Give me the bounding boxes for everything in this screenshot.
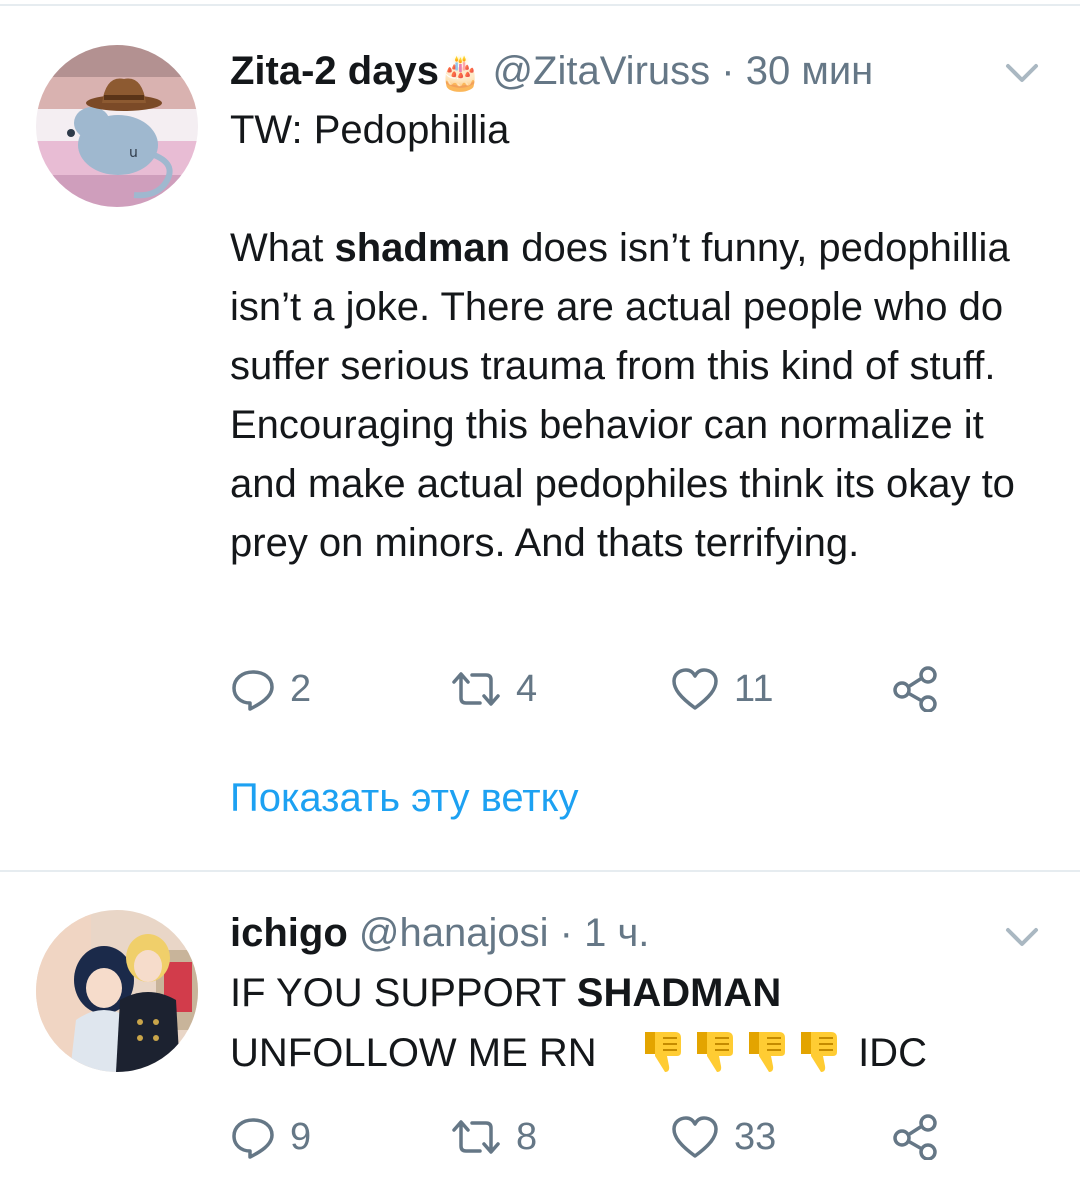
tweet-line: IF YOU SUPPORT SHADMAN	[230, 963, 1050, 1023]
content-warning: TW: Pedophillia	[230, 108, 510, 152]
text-fragment: IDC	[858, 1031, 927, 1075]
share-button[interactable]	[890, 1112, 940, 1162]
text-fragment: IF YOU SUPPORT	[230, 971, 577, 1015]
reply-icon	[232, 670, 274, 711]
reply-count: 9	[290, 1115, 312, 1158]
like-button[interactable]: 33	[670, 1112, 776, 1162]
separator-dot: ·	[559, 911, 573, 955]
retweet-button[interactable]: 8	[450, 1112, 537, 1162]
tweet-text: IF YOU SUPPORT SHADMAN UNFOLLOW ME RN ID…	[230, 963, 1050, 1083]
user-handle[interactable]: @hanajosi	[359, 911, 549, 955]
tweet-header: ichigo @hanajosi · 1 ч.	[230, 908, 649, 958]
chevron-down-icon[interactable]	[1002, 922, 1042, 952]
highlighted-term: SHADMAN	[576, 971, 782, 1015]
thumbs-down-icon	[748, 1032, 785, 1072]
retweet-count: 4	[516, 667, 538, 710]
display-name[interactable]: ichigo	[230, 911, 348, 955]
retweet-icon	[452, 672, 500, 706]
highlighted-term: shadman	[334, 226, 511, 270]
thumbs-down-icon	[800, 1032, 837, 1072]
timestamp[interactable]: 30 мин	[746, 49, 874, 93]
like-count: 11	[734, 667, 774, 710]
like-icon	[672, 668, 718, 710]
display-name[interactable]: Zita-2 days	[230, 49, 439, 93]
share-icon	[893, 1114, 937, 1160]
like-count: 33	[734, 1115, 777, 1158]
birthday-cake-icon: 🎂	[438, 54, 482, 92]
avatar[interactable]: u	[36, 45, 198, 207]
reply-count: 2	[290, 667, 312, 710]
text-fragment: does isn’t funny, pedophillia isn’t a jo…	[230, 226, 1015, 565]
tweet-actions: 2 4 11	[230, 664, 990, 714]
tweet-text: TW: Pedophillia What shadman does isn’t …	[230, 101, 1050, 573]
tweet-paragraph: What shadman does isn’t funny, pedophill…	[230, 219, 1030, 573]
tweet[interactable]: u Zita-2 days🎂 @ZitaViruss · 30 мин TW: …	[0, 0, 1080, 870]
retweet-button[interactable]: 4	[450, 664, 537, 714]
retweet-count: 8	[516, 1115, 538, 1158]
reply-button[interactable]: 2	[230, 664, 311, 714]
share-button[interactable]	[890, 664, 940, 714]
reply-button[interactable]: 9	[230, 1112, 311, 1162]
chevron-down-icon[interactable]	[1002, 58, 1042, 88]
timestamp[interactable]: 1 ч.	[584, 911, 649, 955]
thumbs-down-icon	[644, 1032, 681, 1072]
tweet-actions: 9 8 33	[230, 1112, 990, 1162]
reply-icon	[232, 1118, 274, 1159]
user-handle[interactable]: @ZitaViruss	[492, 49, 710, 93]
share-icon	[893, 666, 937, 712]
avatar[interactable]	[36, 910, 198, 1072]
tweet[interactable]: ichigo @hanajosi · 1 ч. IF YOU SUPPORT S…	[0, 872, 1080, 1194]
tweet-line: UNFOLLOW ME RN IDC	[230, 1023, 1050, 1083]
like-icon	[672, 1116, 718, 1158]
thumbs-down-icon	[696, 1032, 733, 1072]
like-button[interactable]: 11	[670, 664, 773, 714]
separator-dot: ·	[721, 49, 735, 93]
text-fragment: UNFOLLOW ME RN	[230, 1031, 597, 1075]
show-thread-link[interactable]: Показать эту ветку	[230, 776, 579, 821]
tweet-header: Zita-2 days🎂 @ZitaViruss · 30 мин	[230, 46, 873, 98]
text-fragment: What	[230, 226, 335, 270]
retweet-icon	[452, 1120, 500, 1154]
svg-text:u: u	[129, 145, 138, 161]
